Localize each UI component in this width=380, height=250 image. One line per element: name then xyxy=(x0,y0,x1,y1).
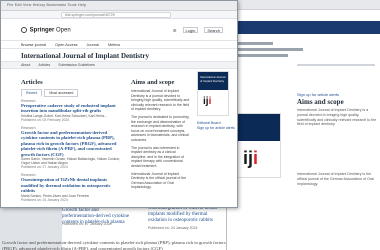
aims-scope-body: International Journal of Implant Dentist… xyxy=(131,89,191,193)
logo-suffix: Open xyxy=(56,27,71,34)
header-tools: ☰ Login Search xyxy=(173,27,223,33)
site-header: Springer Open ☰ Login Search xyxy=(1,19,237,41)
article-list: Research Preoperative cadaver study of e… xyxy=(21,99,123,206)
bg-springer-nav-bar xyxy=(227,21,380,34)
list-item: Research Osseointegration of TiZrNb dent… xyxy=(21,173,123,201)
journal-nav: Browse journal Open Access Journal Metri… xyxy=(1,41,237,49)
journal-title: International Journal of Implant Dentist… xyxy=(21,52,149,60)
bg-text-line xyxy=(233,48,303,51)
article-alerts-link[interactable]: Sign up for article alerts xyxy=(197,126,235,131)
subnav-submission-guidelines[interactable]: Submission Guidelines xyxy=(58,62,95,68)
springer-horse-icon xyxy=(21,27,27,33)
bg-bottom-article-text: Growth factor and prefermentation-derive… xyxy=(2,240,226,250)
subnav-articles[interactable]: Articles xyxy=(38,62,50,68)
article-title-link[interactable]: Growth factor and prefermentation-derive… xyxy=(21,130,123,157)
list-item: Research Growth factor and prefermentati… xyxy=(21,126,123,169)
journal-logo: iji xyxy=(203,96,212,107)
nav-journal[interactable]: Journal xyxy=(87,41,99,48)
tab-recent[interactable]: Recent xyxy=(21,89,43,97)
nav-open-access[interactable]: Open Access xyxy=(55,41,77,48)
bg-article-title[interactable]: Osseointegration of TiZrNb dental implan… xyxy=(148,206,224,224)
article-date: Published on: 24 January 2024 xyxy=(21,197,68,202)
bg-journal-logo: iji xyxy=(243,148,259,168)
article-tabs: Recent Most accessed xyxy=(21,89,79,97)
bg-aims-text: International Journal of Implant Dentist… xyxy=(297,108,377,127)
bg-aims-text-2: International Journal of Implant Dentist… xyxy=(297,172,374,186)
login-button[interactable]: Login xyxy=(182,27,199,33)
aims-paragraph: The journal is also interested in implan… xyxy=(131,145,184,168)
bg-text-line xyxy=(233,54,288,57)
springer-journal-page: Springer Open ☰ Login Search Browse jour… xyxy=(1,19,237,207)
nav-metrics[interactable]: Metrics xyxy=(108,41,120,48)
bg-divider xyxy=(297,64,375,66)
article-title-link[interactable]: Preoperative cadaver study of endosteal … xyxy=(21,103,123,114)
tab-most-accessed[interactable]: Most accessed xyxy=(44,89,79,97)
browser-toolbar: link.springer.com/journal/40729 xyxy=(1,11,237,19)
bg-title-bar xyxy=(227,0,380,10)
logo-brand: Springer xyxy=(29,27,55,34)
browser-menu-bar: File Edit View History Bookmarks Tools H… xyxy=(1,1,237,11)
search-button[interactable]: Search xyxy=(204,27,223,33)
bg-journal-cover[interactable]: iji xyxy=(233,113,281,178)
menu-icon[interactable]: ☰ xyxy=(173,28,177,33)
articles-heading: Articles xyxy=(21,79,43,86)
bg-cover-band xyxy=(234,114,280,141)
browser-menu-items[interactable]: File Edit View History Bookmarks Tools H… xyxy=(7,3,86,7)
cover-journal-name: International Journal of Implant Dentist… xyxy=(200,75,226,83)
aims-paragraph: The journal is dedicated to promoting th… xyxy=(131,114,189,142)
bg-article-date: Published on: 24 January 2024 xyxy=(148,226,198,230)
subnav-about[interactable]: About xyxy=(21,62,30,68)
sidebar-links: Editorial Board Sign up for article aler… xyxy=(197,121,235,131)
nav-browse-journal[interactable]: Browse journal xyxy=(21,41,46,48)
cover-band: International Journal of Implant Dentist… xyxy=(198,72,228,90)
journal-subnav: About Articles Submission Guidelines xyxy=(1,61,237,69)
list-item: Research Preoperative cadaver study of e… xyxy=(21,99,123,122)
foreground-browser-window: File Edit View History Bookmarks Tools H… xyxy=(0,0,238,208)
bg-aims-heading: Aims and scope xyxy=(297,98,344,106)
background-browser-window: Sign up for article alerts Aims and scop… xyxy=(226,0,380,250)
bg-text-line xyxy=(233,42,273,45)
article-authors: Soner Sahin, Yasemin Ozcan, Hakan Baklac… xyxy=(21,157,121,166)
article-title-link[interactable]: Osseointegration of TiZrNb dental implan… xyxy=(21,177,123,193)
address-bar[interactable]: link.springer.com/journal/40729 xyxy=(61,12,171,18)
bg-article-date: Published on: 27 January 2024 xyxy=(62,222,112,226)
bg-link[interactable]: Sign up for article alerts xyxy=(297,92,339,97)
aims-scope-heading: Aims and scope xyxy=(131,79,175,86)
article-date: Published on: 03 February 2024 xyxy=(21,118,70,123)
aims-paragraph: International Journal of Implant Dentist… xyxy=(131,171,187,190)
journal-cover[interactable]: International Journal of Implant Dentist… xyxy=(197,71,229,116)
aims-paragraph: International Journal of Implant Dentist… xyxy=(131,89,190,112)
article-date: Published on: 27 January 2024 xyxy=(21,165,68,170)
springer-open-logo[interactable]: Springer Open xyxy=(21,27,71,34)
